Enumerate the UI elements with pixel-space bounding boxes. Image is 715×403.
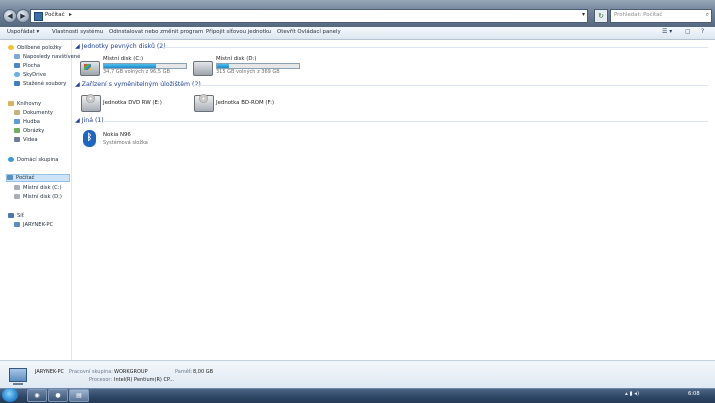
documents-icon — [14, 110, 20, 115]
details-pane: JARYNEK-PC Pracovní skupina: WORKGROUP P… — [0, 360, 715, 389]
drive-c-icon[interactable] — [80, 61, 100, 76]
computer-icon — [34, 12, 43, 21]
computer-large-icon — [9, 368, 27, 385]
videos-icon — [14, 137, 20, 142]
sidebar-item-documents[interactable]: Dokumenty — [14, 110, 53, 116]
bd-drive-name[interactable]: Jednotka BD-ROM (F:) — [216, 100, 274, 106]
sidebar-item-downloads[interactable]: Stažené soubory — [14, 81, 66, 87]
drive-d-icon[interactable] — [193, 61, 213, 76]
breadcrumb-chevron-icon[interactable]: ▸ — [69, 11, 72, 18]
address-location[interactable]: Počítač — [45, 12, 65, 18]
drive-d-name[interactable]: Místní disk (D:) — [216, 56, 256, 62]
command-bar — [0, 27, 715, 40]
search-icon[interactable]: ⌕ — [706, 11, 709, 19]
sidebar-homegroup[interactable]: Domácí skupina — [8, 157, 58, 163]
taskbar — [0, 388, 715, 403]
organize-button[interactable]: Uspořádat ▾ — [7, 29, 39, 35]
navigation-pane: Oblíbené položky Naposledy navštívené Pl… — [0, 40, 80, 360]
bluetooth-icon[interactable]: ᛒ — [83, 130, 96, 147]
workgroup-label: Pracovní skupina: — [69, 369, 113, 375]
sidebar-item-music[interactable]: Hudba — [14, 119, 40, 125]
preview-pane-icon[interactable]: ▢ — [685, 28, 691, 35]
sidebar-computer[interactable]: Počítač — [6, 174, 70, 182]
drive-d-free-space: 315 GB volných z 369 GB — [216, 69, 280, 75]
search-placeholder: Prohledat: Počítač — [614, 12, 663, 18]
memory-label: Paměť: — [175, 369, 193, 375]
libraries-icon — [8, 101, 14, 106]
downloads-icon — [14, 81, 20, 86]
start-orb-icon[interactable] — [2, 388, 18, 402]
drive-d-usage-fill — [217, 64, 230, 68]
group-divider — [192, 85, 708, 86]
search-input[interactable]: Prohledat: Počítač ⌕ — [610, 9, 712, 23]
group-header-removable[interactable]: ◢ Zařízení s vyměnitelným úložištěm (2) — [75, 81, 201, 88]
windows-logo-icon — [84, 64, 91, 70]
address-bar[interactable]: Počítač ▸ ▾ — [30, 9, 588, 23]
computer-name: JARYNEK-PC — [35, 369, 64, 375]
taskbar-explorer-icon[interactable]: ▤ — [69, 389, 89, 402]
processor-value: Intel(R) Pentium(R) CP... — [114, 377, 174, 383]
computer-icon — [14, 222, 20, 227]
group-divider — [163, 47, 708, 48]
homegroup-icon — [8, 157, 14, 162]
drive-c-usage-fill — [104, 64, 157, 68]
system-tray-icons[interactable]: ▴ ▮ ◂) — [625, 391, 639, 397]
drive-c-name[interactable]: Místní disk (C:) — [103, 56, 143, 62]
refresh-icon: ↻ — [598, 12, 604, 20]
sidebar-item-skydrive[interactable]: SkyDrive — [14, 72, 46, 78]
drive-c-free-space: 34,7 GB volných z 96,5 GB — [103, 69, 170, 75]
computer-icon — [7, 175, 13, 180]
desktop-icon — [14, 63, 20, 68]
sidebar-item-pictures[interactable]: Obrázky — [14, 128, 44, 134]
dvd-drive-icon[interactable] — [81, 94, 101, 112]
network-icon — [8, 213, 14, 218]
forward-arrow-icon: ▶ — [20, 12, 26, 20]
sidebar-item-drive-d[interactable]: Místní disk (D:) — [14, 194, 62, 200]
sidebar-libraries[interactable]: Knihovny — [8, 101, 41, 107]
nokia-device-type: Systémová složka — [103, 140, 148, 146]
dvd-drive-name[interactable]: Jednotka DVD RW (E:) — [103, 100, 162, 106]
taskbar-media-icon[interactable]: ◉ — [27, 389, 47, 402]
cloud-icon — [14, 72, 20, 77]
change-view-icon[interactable]: ☰ ▾ — [662, 28, 672, 35]
taskbar-app-icon[interactable]: ● — [48, 389, 68, 402]
star-icon — [8, 45, 14, 50]
back-button[interactable]: ◀ — [3, 9, 17, 23]
address-dropdown-icon[interactable]: ▾ — [582, 11, 585, 18]
sidebar-item-jarynek-pc[interactable]: JARYNEK-PC — [14, 222, 53, 228]
group-header-other[interactable]: ◢ Jiná (1) — [75, 117, 104, 124]
help-icon[interactable]: ? — [701, 28, 704, 35]
music-icon — [14, 119, 20, 124]
hard-drive-icon — [14, 185, 20, 190]
workgroup-value: WORKGROUP — [114, 369, 148, 375]
hard-drive-icon — [14, 194, 20, 199]
recent-places-icon — [14, 54, 20, 59]
sidebar-item-recent[interactable]: Naposledy navštívené — [14, 54, 80, 60]
disc-icon — [199, 94, 208, 103]
sidebar-network[interactable]: Síť — [8, 213, 24, 219]
sidebar-favorites[interactable]: Oblíbené položky — [8, 45, 62, 51]
open-control-panel-button[interactable]: Otevřít Ovládací panely — [277, 29, 341, 35]
nokia-device-name[interactable]: Nokia N96 — [103, 132, 131, 138]
sidebar-item-drive-c[interactable]: Místní disk (C:) — [14, 185, 62, 191]
taskbar-clock[interactable]: 6:08 — [688, 391, 700, 397]
forward-button[interactable]: ▶ — [16, 9, 30, 23]
processor-label: Procesor: — [89, 377, 113, 383]
group-divider — [104, 121, 708, 122]
uninstall-program-button[interactable]: Odinstalovat nebo změnit program — [109, 29, 203, 35]
system-properties-button[interactable]: Vlastnosti systému — [52, 29, 103, 35]
disc-icon — [86, 94, 95, 103]
refresh-button[interactable]: ↻ — [594, 9, 608, 23]
pictures-icon — [14, 128, 20, 133]
sidebar-item-desktop[interactable]: Plocha — [14, 63, 40, 69]
map-network-drive-button[interactable]: Připojit síťovou jednotku — [206, 29, 271, 35]
bd-drive-icon[interactable] — [194, 94, 214, 112]
sidebar-item-videos[interactable]: Videa — [14, 137, 38, 143]
memory-value: 8,00 GB — [193, 369, 214, 375]
back-arrow-icon: ◀ — [7, 12, 13, 20]
group-header-hard-drives[interactable]: ◢ Jednotky pevných disků (2) — [75, 43, 166, 50]
